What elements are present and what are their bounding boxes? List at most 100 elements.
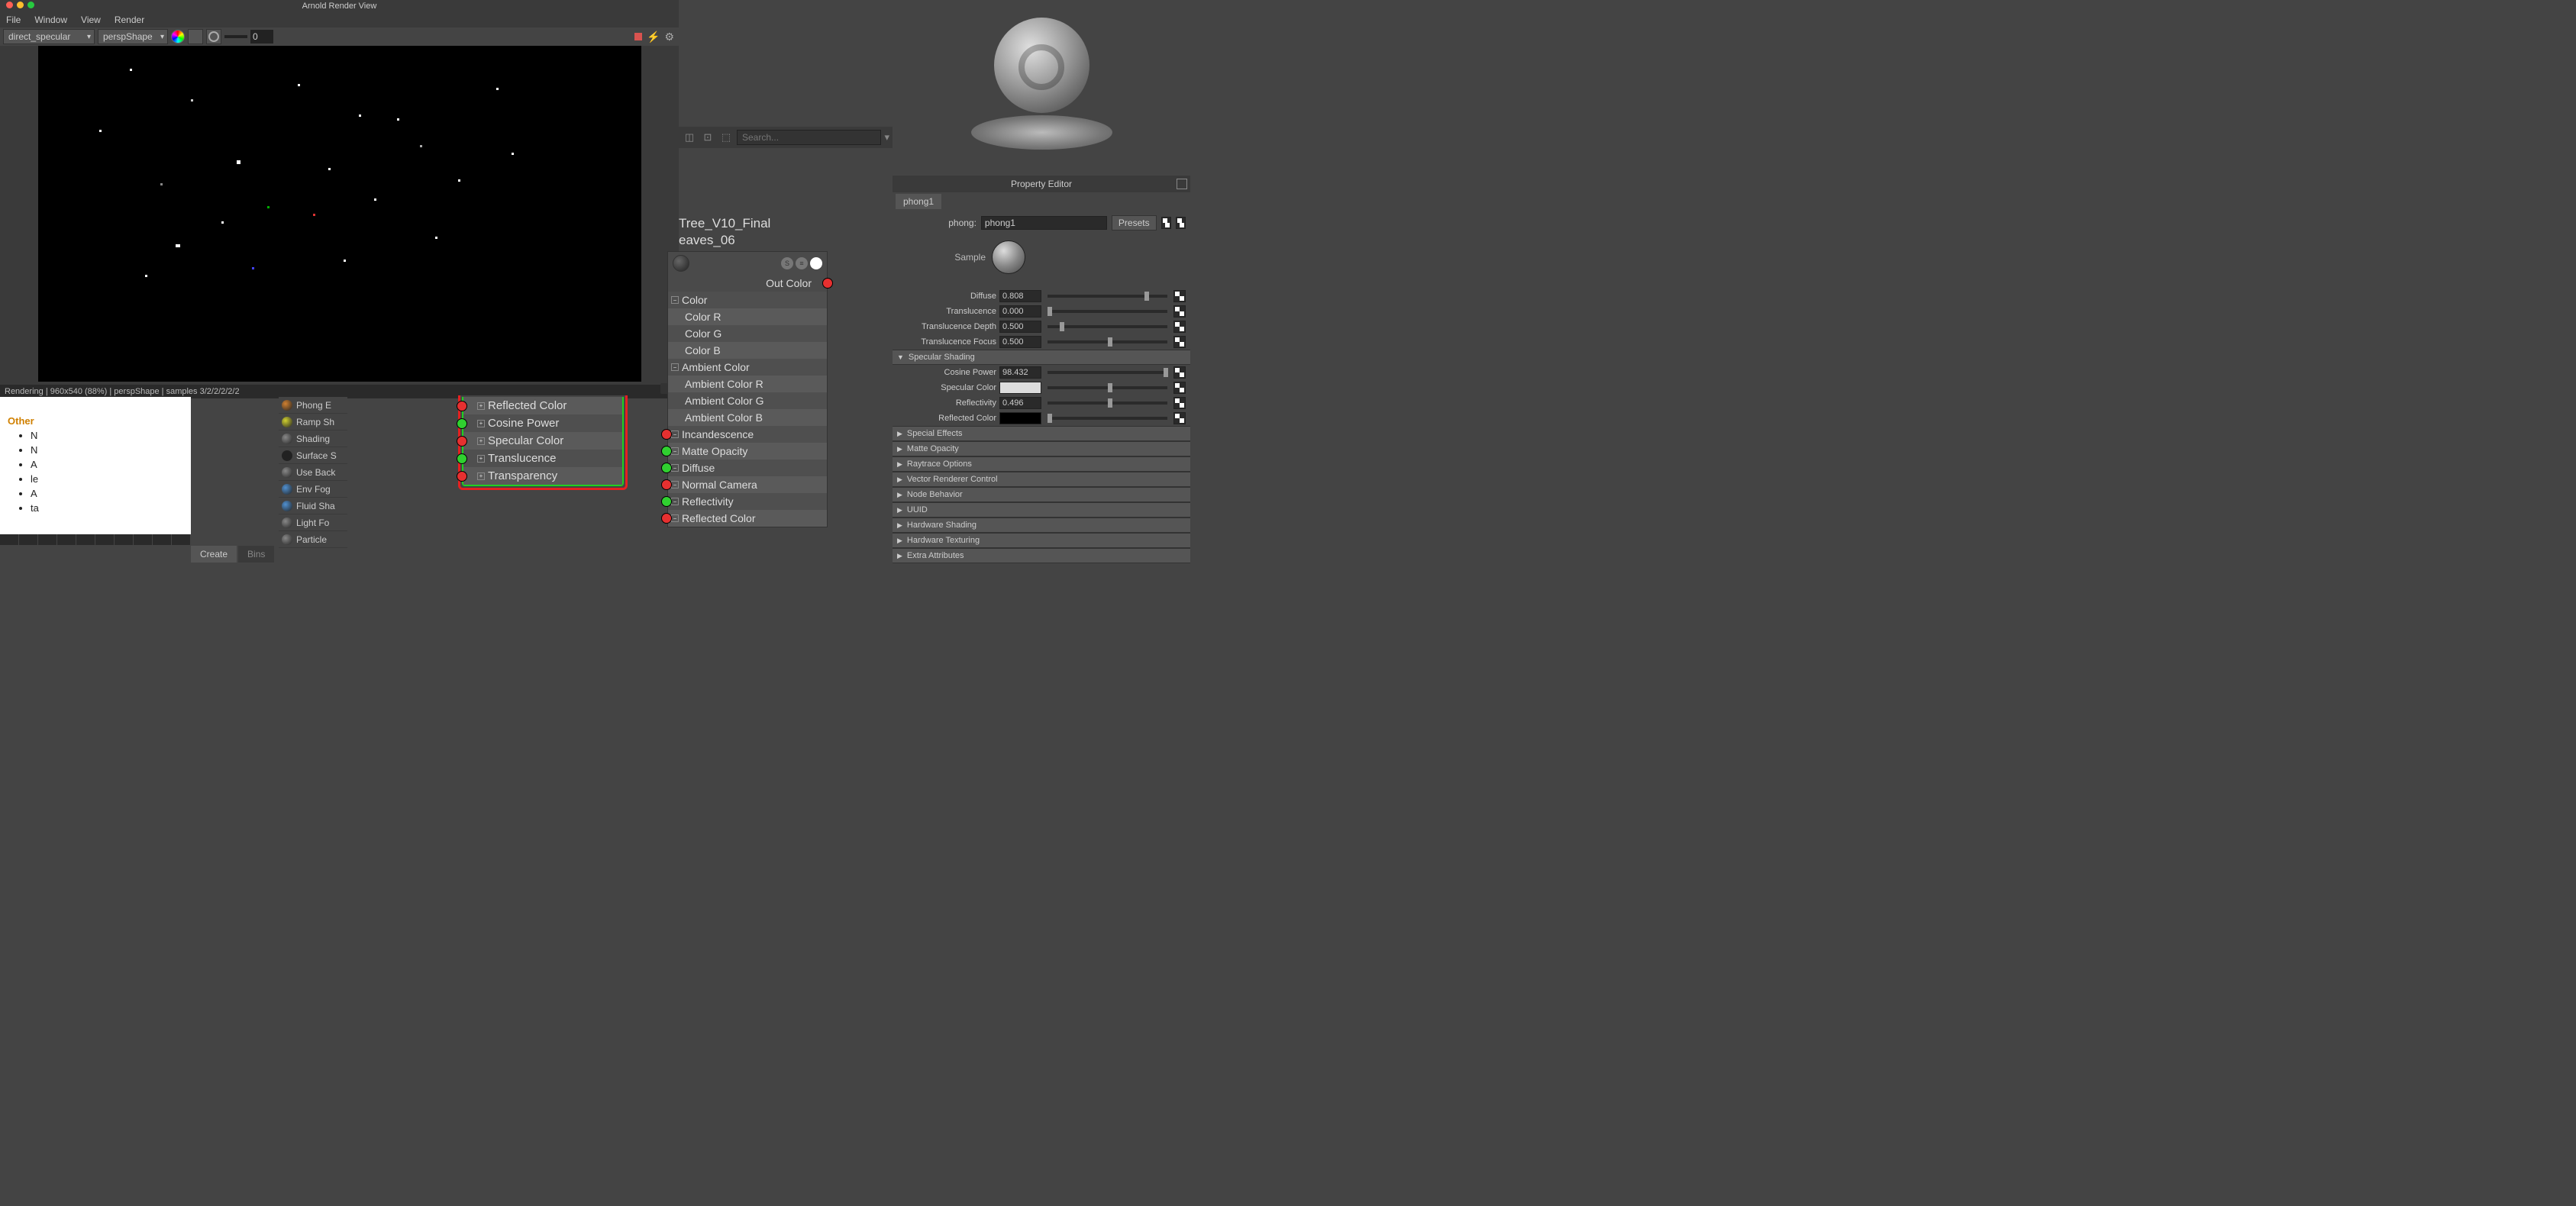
input-port[interactable] bbox=[457, 453, 467, 464]
menu-window[interactable]: Window bbox=[34, 15, 67, 25]
param-slider[interactable] bbox=[1048, 401, 1167, 405]
section-header[interactable]: ▶Hardware Shading bbox=[893, 518, 1190, 533]
section-header[interactable]: ▶Raytrace Options bbox=[893, 456, 1190, 472]
shader-type-row[interactable]: Surface S bbox=[279, 447, 347, 464]
section-specular[interactable]: ▼Specular Shading bbox=[893, 350, 1190, 365]
solo-icon[interactable]: S bbox=[781, 257, 793, 269]
material-tab[interactable]: phong1 bbox=[896, 194, 941, 209]
menu-view[interactable]: View bbox=[81, 15, 101, 25]
select-icon[interactable]: ⬚ bbox=[718, 130, 734, 145]
input-port[interactable] bbox=[457, 436, 467, 447]
shader-node[interactable]: S ≡ Out Color −ColorColor RColor GColor … bbox=[667, 251, 828, 527]
node-attr-row[interactable]: −Ambient Color bbox=[668, 359, 827, 376]
render-viewport[interactable] bbox=[38, 46, 641, 382]
show-button[interactable] bbox=[1161, 217, 1171, 229]
shader-type-row[interactable]: Phong E bbox=[279, 397, 347, 414]
dropdown-arrow-icon[interactable]: ▾ bbox=[884, 131, 889, 143]
isolate-button[interactable] bbox=[188, 29, 203, 44]
node-attr-row[interactable]: −Normal Camera bbox=[668, 476, 827, 493]
expand-icon[interactable]: − bbox=[671, 498, 679, 505]
map-button[interactable] bbox=[1173, 305, 1186, 318]
highlighted-attr-row[interactable]: +Specular Color bbox=[463, 432, 622, 450]
aov-dropdown[interactable]: direct_specular bbox=[3, 29, 95, 44]
node-attr-row[interactable]: Ambient Color R bbox=[668, 376, 827, 392]
expand-icon[interactable]: + bbox=[477, 402, 485, 410]
param-input[interactable] bbox=[999, 321, 1041, 333]
expand-icon[interactable]: − bbox=[671, 296, 679, 304]
node-attr-row[interactable]: −Matte Opacity bbox=[668, 443, 827, 460]
expand-icon[interactable]: − bbox=[671, 447, 679, 455]
param-input[interactable] bbox=[999, 336, 1041, 348]
ipr-icon[interactable]: ⚡ bbox=[647, 31, 660, 44]
camera-dropdown[interactable]: perspShape bbox=[98, 29, 168, 44]
stop-render-icon[interactable] bbox=[634, 33, 642, 40]
sample-swatch-icon[interactable] bbox=[992, 240, 1025, 274]
map-button[interactable] bbox=[1173, 397, 1186, 409]
color-swatch[interactable] bbox=[999, 412, 1041, 424]
shader-type-row[interactable]: Fluid Sha bbox=[279, 498, 347, 514]
input-port[interactable] bbox=[661, 446, 672, 456]
expand-icon[interactable]: − bbox=[671, 363, 679, 371]
section-header[interactable]: ▶Special Effects bbox=[893, 426, 1190, 441]
out-color-port[interactable] bbox=[822, 278, 833, 289]
section-header[interactable]: ▶Matte Opacity bbox=[893, 441, 1190, 456]
node-attr-row[interactable]: −Color bbox=[668, 292, 827, 308]
node-header[interactable]: S ≡ bbox=[668, 252, 827, 275]
node-attr-row[interactable]: −Reflectivity bbox=[668, 493, 827, 510]
node-attr-row[interactable]: −Reflected Color bbox=[668, 510, 827, 527]
expand-icon[interactable]: − bbox=[671, 481, 679, 489]
output-icon[interactable] bbox=[810, 257, 822, 269]
section-header[interactable]: ▶Hardware Texturing bbox=[893, 533, 1190, 548]
exposure-slider[interactable] bbox=[224, 35, 247, 38]
input-port[interactable] bbox=[661, 429, 672, 440]
input-port[interactable] bbox=[661, 463, 672, 473]
input-port[interactable] bbox=[457, 471, 467, 482]
expand-icon[interactable]: + bbox=[477, 472, 485, 480]
section-header[interactable]: ▶Node Behavior bbox=[893, 487, 1190, 502]
show-icon[interactable]: ◫ bbox=[682, 130, 697, 145]
highlighted-attr-row[interactable]: +Transparency bbox=[463, 467, 622, 485]
input-port[interactable] bbox=[457, 401, 467, 411]
frame-icon[interactable]: ⊡ bbox=[700, 130, 715, 145]
map-button[interactable] bbox=[1173, 321, 1186, 333]
shader-type-row[interactable]: Env Fog bbox=[279, 481, 347, 498]
expand-icon[interactable]: − bbox=[671, 464, 679, 472]
menu-render[interactable]: Render bbox=[115, 15, 144, 25]
map-button[interactable] bbox=[1173, 412, 1186, 424]
shader-type-row[interactable]: Use Back bbox=[279, 464, 347, 481]
expand-icon[interactable]: − bbox=[671, 514, 679, 522]
map-button[interactable] bbox=[1173, 382, 1186, 394]
param-input[interactable] bbox=[999, 366, 1041, 379]
param-slider[interactable] bbox=[1048, 371, 1167, 374]
param-slider[interactable] bbox=[1048, 325, 1167, 328]
expand-icon[interactable]: + bbox=[477, 437, 485, 445]
input-port[interactable] bbox=[457, 418, 467, 429]
map-button[interactable] bbox=[1173, 336, 1186, 348]
node-attr-row[interactable]: −Diffuse bbox=[668, 460, 827, 476]
param-input[interactable] bbox=[999, 290, 1041, 302]
node-attr-row[interactable]: Ambient Color B bbox=[668, 409, 827, 426]
tab-create[interactable]: Create bbox=[191, 546, 237, 563]
highlighted-attr-row[interactable]: +Reflected Color bbox=[463, 397, 622, 414]
node-attr-row[interactable]: Color R bbox=[668, 308, 827, 325]
section-header[interactable]: ▶Extra Attributes bbox=[893, 548, 1190, 563]
expand-icon[interactable]: + bbox=[477, 420, 485, 427]
map-button[interactable] bbox=[1173, 366, 1186, 379]
param-input[interactable] bbox=[999, 397, 1041, 409]
highlighted-attr-row[interactable]: +Cosine Power bbox=[463, 414, 622, 432]
input-port[interactable] bbox=[661, 496, 672, 507]
list-icon[interactable]: ≡ bbox=[796, 257, 808, 269]
shader-type-row[interactable]: Particle bbox=[279, 531, 347, 548]
color-swatch[interactable] bbox=[999, 382, 1041, 394]
exposure-input[interactable] bbox=[250, 30, 273, 44]
map-button[interactable] bbox=[1173, 290, 1186, 302]
input-port[interactable] bbox=[661, 513, 672, 524]
section-header[interactable]: ▶Vector Renderer Control bbox=[893, 472, 1190, 487]
menu-file[interactable]: File bbox=[6, 15, 21, 25]
shader-type-row[interactable]: Light Fo bbox=[279, 514, 347, 531]
param-slider[interactable] bbox=[1048, 340, 1167, 343]
timeline[interactable] bbox=[0, 534, 191, 545]
aperture-button[interactable] bbox=[206, 29, 221, 44]
input-port[interactable] bbox=[661, 479, 672, 490]
tab-bins[interactable]: Bins bbox=[238, 546, 274, 563]
